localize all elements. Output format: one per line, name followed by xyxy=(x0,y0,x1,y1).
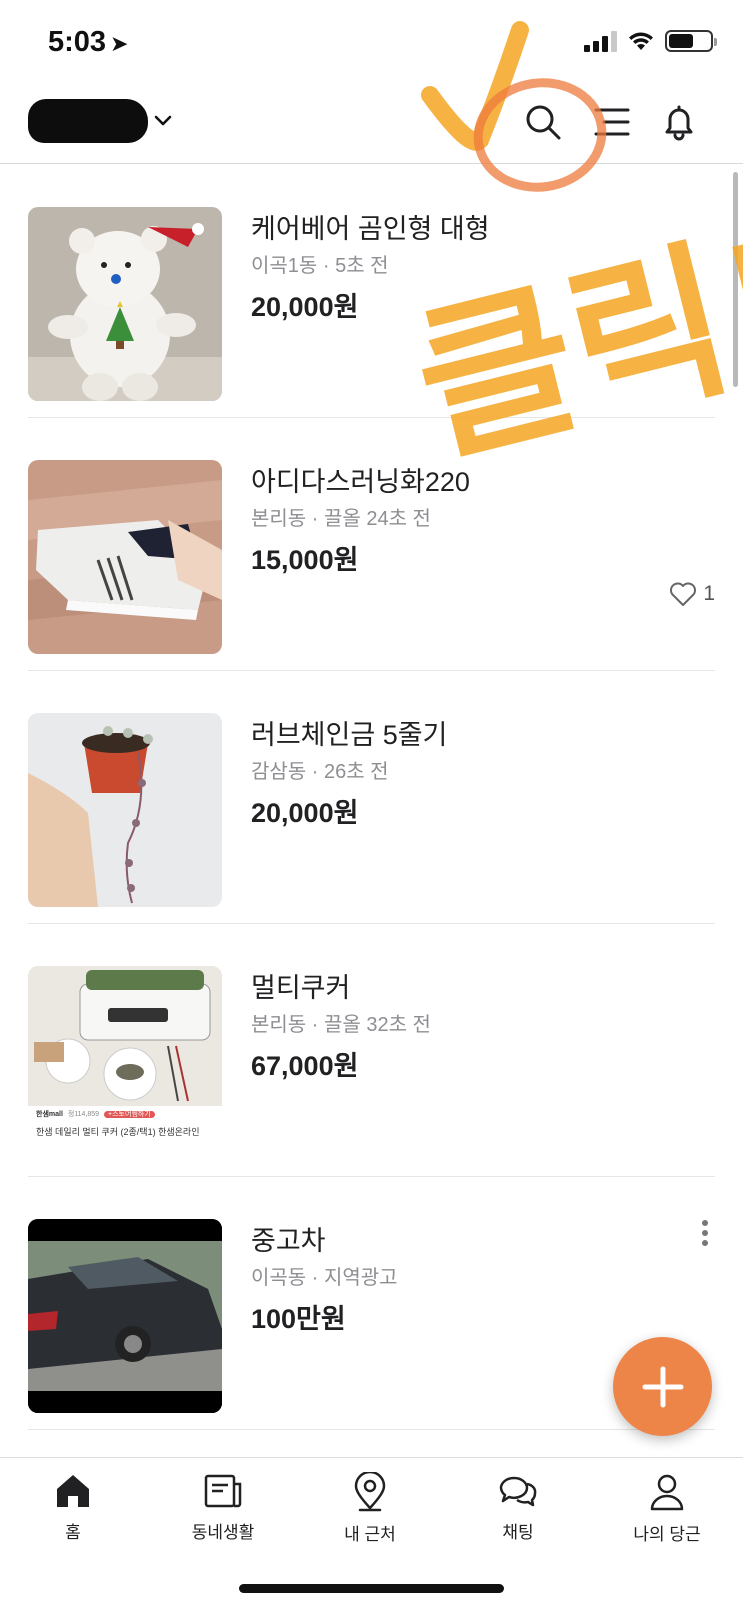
tab-label: 나의 당근 xyxy=(633,1525,701,1544)
plant-image xyxy=(28,713,222,907)
thumb-tag: +스토어찜하기 xyxy=(104,1111,155,1118)
list-item[interactable]: 케어베어 곰인형 대형 이곡1동 · 5초 전 20,000원 xyxy=(28,165,715,418)
tab-neighborhood[interactable]: 동네생활 xyxy=(163,1472,283,1543)
app-header xyxy=(0,80,743,164)
item-price: 20,000원 xyxy=(251,292,359,322)
list-item[interactable]: 아디다스러닝화220 본리동 · 끌올 24초 전 15,000원 1 xyxy=(28,418,715,671)
sneaker-image xyxy=(28,460,222,654)
cellular-signal-icon xyxy=(584,30,617,52)
location-arrow-icon: ➤ xyxy=(110,31,129,56)
thumb-caption: 한샘 데일리 멀티 쿠커 (2종/택1) 한샘온라인 xyxy=(36,1127,200,1137)
car-image xyxy=(28,1219,222,1413)
item-meta: 감삼동 · 26초 전 xyxy=(251,761,389,783)
like-count: 1 xyxy=(669,581,715,607)
bottom-tab-bar: 홈 동네생활 내 근처 채팅 나의 당근 xyxy=(0,1457,743,1608)
tab-my-karrot[interactable]: 나의 당근 xyxy=(607,1472,727,1545)
bell-icon[interactable] xyxy=(659,102,699,142)
tab-nearby[interactable]: 내 근처 xyxy=(310,1472,430,1545)
list-item[interactable]: 중고차 이곡동 · 지역광고 100만원 xyxy=(28,1177,715,1430)
more-vertical-icon[interactable] xyxy=(701,1219,709,1247)
item-meta: 이곡동 · 지역광고 xyxy=(251,1267,398,1289)
item-meta: 본리동 · 끌올 32초 전 xyxy=(251,1014,431,1036)
tab-chat[interactable]: 채팅 xyxy=(458,1472,578,1543)
like-count-text: 1 xyxy=(703,582,715,605)
location-pin-icon xyxy=(354,1472,386,1512)
status-time: 5:03 ➤ xyxy=(48,26,128,59)
location-label-redacted xyxy=(28,99,148,143)
product-thumbnail xyxy=(28,1219,222,1413)
battery-icon xyxy=(665,30,717,52)
location-selector[interactable] xyxy=(28,98,172,144)
status-indicators xyxy=(584,30,717,52)
item-title: 케어베어 곰인형 대형 xyxy=(251,214,490,244)
home-icon xyxy=(57,1475,89,1507)
item-title: 러브체인금 5줄기 xyxy=(251,720,448,750)
product-thumbnail xyxy=(28,460,222,654)
heart-icon xyxy=(670,582,697,606)
category-menu-icon[interactable] xyxy=(592,102,632,142)
item-title: 중고차 xyxy=(251,1226,326,1256)
multicooker-image xyxy=(28,966,222,1106)
item-price: 20,000원 xyxy=(251,798,359,828)
status-bar: 5:03 ➤ xyxy=(0,0,743,80)
tab-label: 홈 xyxy=(65,1523,81,1542)
time-text: 5:03 xyxy=(48,26,107,58)
newspaper-icon xyxy=(204,1474,242,1508)
chevron-down-icon xyxy=(154,115,172,126)
thumb-price-text: 정114,859 xyxy=(67,1111,100,1118)
thumb-brand-text: 한샘mall xyxy=(36,1111,63,1118)
person-icon xyxy=(650,1474,684,1511)
tab-home[interactable]: 홈 xyxy=(13,1472,133,1543)
item-meta: 본리동 · 끌올 24초 전 xyxy=(251,508,431,530)
search-icon[interactable] xyxy=(523,102,563,142)
thumb-brand: 한샘mall 정114,859 +스토어찜하기 xyxy=(36,1109,155,1119)
item-price: 67,000원 xyxy=(251,1051,359,1081)
item-title: 멀티쿠커 xyxy=(251,973,351,1003)
tab-label: 동네생활 xyxy=(191,1523,255,1542)
tab-label: 내 근처 xyxy=(344,1525,396,1544)
product-thumbnail xyxy=(28,207,222,401)
item-price: 100만원 xyxy=(251,1304,346,1334)
home-indicator[interactable] xyxy=(239,1584,504,1593)
plus-icon xyxy=(642,1366,683,1407)
list-item[interactable]: 러브체인금 5줄기 감삼동 · 26초 전 20,000원 xyxy=(28,671,715,924)
item-meta: 이곡1동 · 5초 전 xyxy=(251,255,389,277)
item-title: 아디다스러닝화220 xyxy=(251,467,470,497)
tab-label: 채팅 xyxy=(502,1523,534,1542)
product-thumbnail xyxy=(28,713,222,907)
chat-bubbles-icon xyxy=(499,1476,537,1507)
list-item[interactable]: 한샘mall 정114,859 +스토어찜하기 한샘 데일리 멀티 쿠커 (2종… xyxy=(28,924,715,1177)
wifi-icon xyxy=(629,32,653,50)
write-post-button[interactable] xyxy=(613,1337,712,1436)
scrollbar[interactable] xyxy=(733,172,738,387)
teddy-bear-image xyxy=(28,207,222,401)
product-thumbnail: 한샘mall 정114,859 +스토어찜하기 한샘 데일리 멀티 쿠커 (2종… xyxy=(28,966,222,1160)
item-price: 15,000원 xyxy=(251,545,359,575)
